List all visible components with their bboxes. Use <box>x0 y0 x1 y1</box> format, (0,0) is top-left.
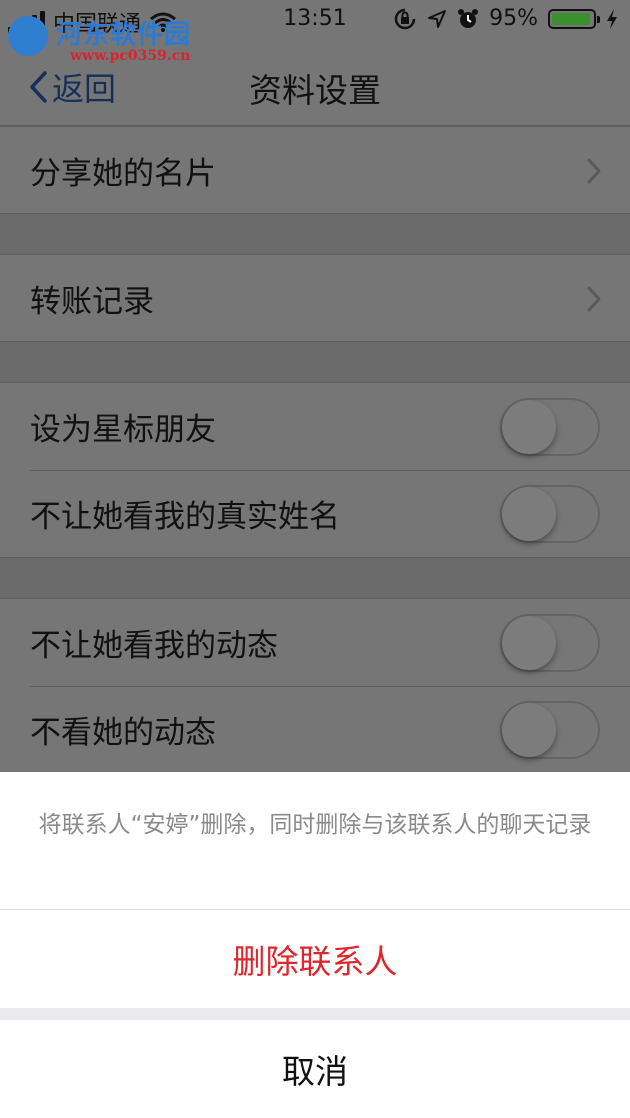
orientation-lock-icon <box>394 8 416 29</box>
chevron-right-icon <box>587 286 601 312</box>
battery-icon <box>548 8 600 29</box>
star-friend-toggle[interactable] <box>500 398 600 456</box>
share-card-row[interactable]: 分享她的名片 <box>0 127 630 214</box>
share-group: 分享她的名片 <box>0 126 630 214</box>
page-title: 资料设置 <box>249 71 381 110</box>
action-sheet-message: 将联系人“安婷”删除，同时删除与该联系人的聊天记录 <box>38 812 592 838</box>
navigation-bar: 返回 资料设置 <box>0 40 630 126</box>
alarm-icon <box>458 8 479 28</box>
chevron-right-icon <box>587 158 601 184</box>
transfer-group: 转账记录 <box>0 254 630 342</box>
hide-her-moments-row: 不看她的动态 <box>0 686 630 773</box>
delete-contact-action-sheet: 将联系人“安婷”删除，同时删除与该联系人的聊天记录 删除联系人 取消 <box>0 772 630 1118</box>
cancel-button[interactable]: 取消 <box>0 1020 630 1118</box>
hide-her-moments-label: 不看她的动态 <box>30 715 216 751</box>
status-right: 95% <box>393 6 618 31</box>
hide-my-moments-label: 不让她看我的动态 <box>30 628 278 664</box>
location-icon <box>428 9 447 28</box>
charging-icon <box>607 8 617 29</box>
moments-group: 不让她看我的动态 不看她的动态 <box>0 598 630 774</box>
hide-my-moments-row: 不让她看我的动态 <box>0 599 630 686</box>
hide-real-name-toggle[interactable] <box>500 485 600 543</box>
transfer-records-row[interactable]: 转账记录 <box>0 255 630 342</box>
hide-my-moments-toggle[interactable] <box>500 614 600 672</box>
share-card-label: 分享她的名片 <box>30 156 216 192</box>
star-privacy-group: 设为星标朋友 不让她看我的真实姓名 <box>0 382 630 558</box>
action-sheet-panel: 将联系人“安婷”删除，同时删除与该联系人的聊天记录 删除联系人 <box>0 772 630 1008</box>
hide-her-moments-toggle[interactable] <box>500 701 600 759</box>
battery-percent: 95% <box>489 6 538 31</box>
hide-real-name-row: 不让她看我的真实姓名 <box>0 470 630 557</box>
section-gap <box>0 558 630 598</box>
section-gap <box>0 342 630 382</box>
star-friend-row: 设为星标朋友 <box>0 383 630 470</box>
section-gap <box>0 214 630 254</box>
star-friend-label: 设为星标朋友 <box>30 412 216 448</box>
transfer-records-label: 转账记录 <box>30 284 154 320</box>
hide-real-name-label: 不让她看我的真实姓名 <box>30 499 340 535</box>
delete-contact-button[interactable]: 删除联系人 <box>0 910 630 1008</box>
